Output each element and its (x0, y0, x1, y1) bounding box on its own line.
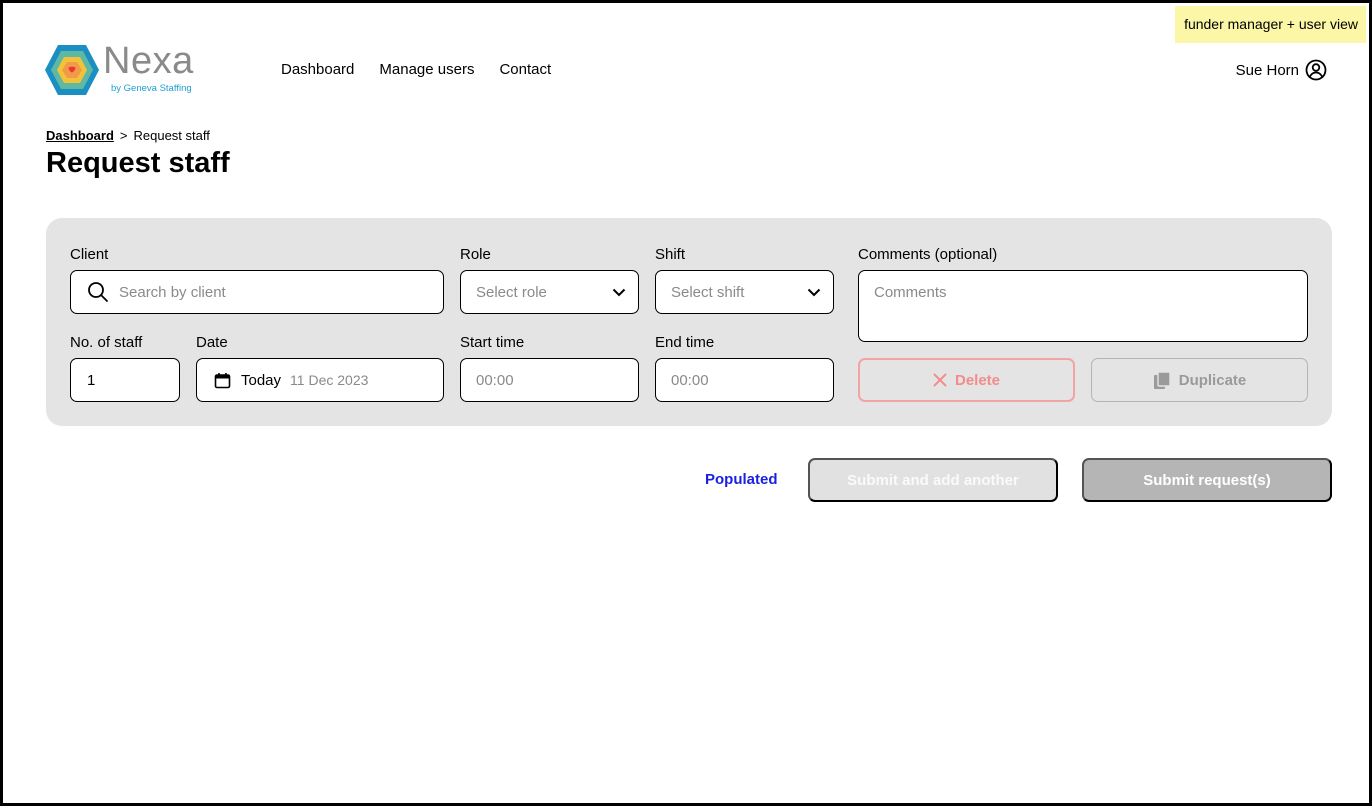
form-status: Populated (705, 471, 778, 488)
end-time-input[interactable]: 00:00 (655, 358, 834, 402)
brand-name: Nexa (103, 40, 194, 82)
breadcrumb-current: Request staff (133, 128, 210, 143)
user-name: Sue Horn (1235, 61, 1299, 79)
date-label: Date (196, 334, 228, 351)
submit-requests-label: Submit request(s) (1143, 471, 1271, 489)
staff-count-value: 1 (87, 371, 96, 389)
user-menu[interactable]: Sue Horn (1236, 59, 1327, 81)
close-icon (933, 373, 947, 387)
shift-select[interactable]: Select shift (655, 270, 834, 314)
calendar-icon (214, 372, 231, 388)
chevron-down-icon (807, 288, 821, 296)
brand-tagline: by Geneva Staffing (111, 83, 192, 94)
delete-button[interactable]: Delete (858, 358, 1075, 402)
user-avatar-icon (1305, 59, 1327, 81)
duplicate-button[interactable]: Duplicate (1091, 358, 1308, 402)
nav-contact[interactable]: Contact (499, 61, 551, 78)
submit-and-add-another-label: Submit and add another (847, 471, 1019, 489)
shift-select-placeholder: Select shift (671, 283, 745, 301)
client-search-input[interactable]: Search by client (70, 270, 444, 314)
copy-icon (1153, 370, 1171, 389)
nav-manage-users[interactable]: Manage users (379, 61, 474, 78)
start-time-placeholder: 00:00 (476, 371, 514, 389)
date-picker[interactable]: Today 11 Dec 2023 (196, 358, 444, 402)
start-time-input[interactable]: 00:00 (460, 358, 639, 402)
page-title: Request staff (46, 147, 230, 179)
client-label: Client (70, 246, 109, 263)
app-frame: funder manager + user view Nexa by Genev… (0, 0, 1372, 806)
view-badge: funder manager + user view (1175, 6, 1366, 43)
search-icon (88, 282, 108, 302)
main-nav: Dashboard Manage users Contact (281, 61, 576, 78)
breadcrumb-dashboard-link[interactable]: Dashboard (46, 128, 114, 143)
delete-label: Delete (954, 371, 1001, 389)
nav-dashboard[interactable]: Dashboard (281, 61, 354, 78)
staff-count-label: No. of staff (70, 334, 143, 351)
role-select[interactable]: Select role (460, 270, 639, 314)
logo[interactable]: Nexa by Geneva Staffing (44, 40, 204, 97)
hexagon-logo-icon (45, 45, 99, 95)
shift-label: Shift (655, 246, 686, 263)
submit-requests-button[interactable]: Submit request(s) (1082, 458, 1332, 502)
comments-placeholder: Comments (874, 284, 947, 301)
breadcrumb: Dashboard > Request staff (46, 128, 210, 143)
duplicate-label: Duplicate (1178, 371, 1247, 389)
start-time-label: Start time (460, 334, 525, 351)
client-search-placeholder: Search by client (119, 283, 226, 301)
request-form-panel: Client Role Shift Comments (optional) Se… (46, 218, 1332, 426)
chevron-down-icon (612, 288, 626, 296)
date-value: 11 Dec 2023 (290, 372, 369, 388)
end-time-placeholder: 00:00 (671, 371, 709, 389)
submit-and-add-another-button[interactable]: Submit and add another (808, 458, 1058, 502)
staff-count-input[interactable]: 1 (70, 358, 180, 402)
breadcrumb-separator: > (119, 128, 128, 143)
date-today: Today (241, 371, 282, 389)
comments-textarea[interactable]: Comments (858, 270, 1308, 342)
comments-label: Comments (optional) (858, 246, 998, 263)
role-select-placeholder: Select role (476, 283, 547, 301)
role-label: Role (460, 246, 491, 263)
end-time-label: End time (655, 334, 715, 351)
